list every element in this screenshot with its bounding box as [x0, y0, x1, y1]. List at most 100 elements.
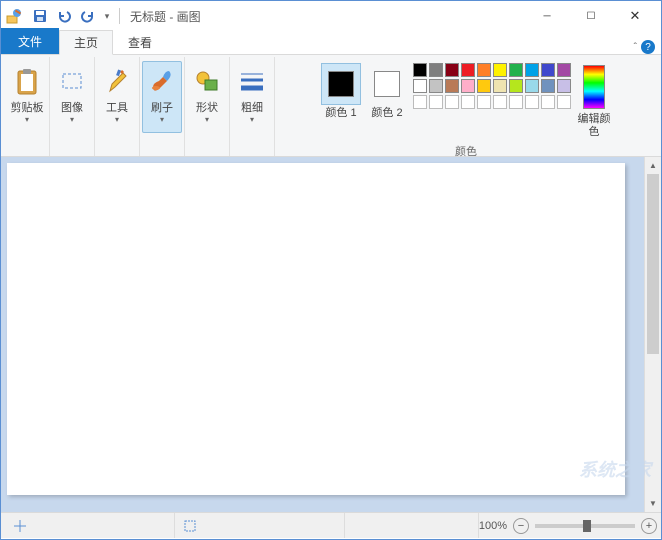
edit-colors-button[interactable]: 编辑颜色: [575, 61, 613, 141]
palette-color[interactable]: [429, 79, 443, 93]
palette-color[interactable]: [493, 63, 507, 77]
palette-color[interactable]: [525, 95, 539, 109]
palette-color[interactable]: [461, 63, 475, 77]
palette-color[interactable]: [445, 63, 459, 77]
status-bar: 100% − +: [1, 512, 661, 538]
window-controls: ─ ☐ ✕: [525, 2, 657, 30]
quick-access-toolbar: ▾: [5, 5, 124, 27]
group-colors: 颜色 1 颜色 2 编辑颜色 颜色: [275, 57, 657, 156]
group-size: 粗细 ▾: [230, 57, 275, 156]
palette-color[interactable]: [509, 79, 523, 93]
cursor-pos-icon: [13, 519, 27, 533]
brush-icon: [146, 66, 178, 98]
pencil-icon: [101, 66, 133, 98]
app-icon: [5, 7, 23, 25]
color1-swatch: [328, 71, 354, 97]
collapse-ribbon-icon[interactable]: ˆ: [634, 42, 637, 53]
help-icon[interactable]: ?: [641, 40, 655, 54]
palette-color[interactable]: [413, 79, 427, 93]
palette-color[interactable]: [477, 95, 491, 109]
zoom-value: 100%: [479, 520, 507, 532]
ribbon: 剪贴板 ▾ 图像 ▾ 工具 ▾: [1, 55, 661, 157]
palette-color[interactable]: [509, 95, 523, 109]
palette-color[interactable]: [445, 95, 459, 109]
close-button[interactable]: ✕: [613, 2, 657, 30]
ribbon-tabstrip: 文件 主页 查看 ˆ ?: [1, 31, 661, 55]
palette-color[interactable]: [509, 63, 523, 77]
chevron-down-icon: ▾: [160, 115, 164, 124]
palette-color[interactable]: [445, 79, 459, 93]
palette-color[interactable]: [477, 63, 491, 77]
group-brushes: 刷子 ▾: [140, 57, 185, 156]
color2-swatch: [374, 71, 400, 97]
brushes-button[interactable]: 刷子 ▾: [142, 61, 182, 133]
palette-color[interactable]: [493, 79, 507, 93]
palette-color[interactable]: [525, 63, 539, 77]
group-shapes: 形状 ▾: [185, 57, 230, 156]
chevron-down-icon: ▾: [25, 115, 29, 124]
palette-color[interactable]: [541, 79, 555, 93]
status-canvas-size: [345, 513, 479, 538]
color1-button[interactable]: 颜色 1: [319, 61, 363, 122]
title-bar: ▾ 无标题 - 画图 ─ ☐ ✕: [1, 1, 661, 31]
color-palette: [411, 61, 573, 111]
palette-color[interactable]: [461, 79, 475, 93]
shapes-icon: [191, 66, 223, 98]
tab-file[interactable]: 文件: [1, 28, 59, 54]
color2-button[interactable]: 颜色 2: [365, 61, 409, 122]
selection-size-icon: [183, 519, 197, 533]
palette-color[interactable]: [413, 95, 427, 109]
palette-color[interactable]: [461, 95, 475, 109]
workspace: ▲ ▼ 系统之家: [1, 157, 661, 512]
scroll-thumb[interactable]: [647, 174, 659, 354]
undo-button[interactable]: [53, 5, 75, 27]
status-position: [5, 513, 175, 538]
zoom-controls: 100% − +: [479, 518, 657, 534]
separator: [119, 8, 120, 24]
select-icon: [56, 66, 88, 98]
maximize-button[interactable]: ☐: [569, 2, 613, 30]
canvas[interactable]: [7, 163, 625, 495]
palette-color[interactable]: [413, 63, 427, 77]
zoom-slider[interactable]: [535, 524, 635, 528]
status-selection: [175, 513, 345, 538]
vertical-scrollbar[interactable]: ▲ ▼: [644, 157, 661, 512]
group-image: 图像 ▾: [50, 57, 95, 156]
window-title: 无标题 - 画图: [130, 8, 201, 25]
size-button[interactable]: 粗细 ▾: [232, 61, 272, 133]
zoom-in-button[interactable]: +: [641, 518, 657, 534]
palette-color[interactable]: [525, 79, 539, 93]
tab-view[interactable]: 查看: [113, 30, 167, 54]
chevron-down-icon: ▾: [205, 115, 209, 124]
palette-color[interactable]: [493, 95, 507, 109]
redo-button[interactable]: [77, 5, 99, 27]
minimize-button[interactable]: ─: [525, 2, 569, 30]
group-tools: 工具 ▾: [95, 57, 140, 156]
select-button[interactable]: 图像 ▾: [52, 61, 92, 133]
palette-color[interactable]: [557, 95, 571, 109]
palette-color[interactable]: [557, 79, 571, 93]
palette-color[interactable]: [429, 63, 443, 77]
clipboard-icon: [11, 66, 43, 98]
rainbow-icon: [583, 65, 605, 109]
size-icon: [236, 66, 268, 98]
palette-color[interactable]: [557, 63, 571, 77]
zoom-out-button[interactable]: −: [513, 518, 529, 534]
qat-customize[interactable]: ▾: [101, 5, 113, 27]
chevron-down-icon: ▾: [70, 115, 74, 124]
shapes-button[interactable]: 形状 ▾: [187, 61, 227, 133]
palette-color[interactable]: [477, 79, 491, 93]
paste-button[interactable]: 剪贴板 ▾: [7, 61, 47, 133]
group-clipboard: 剪贴板 ▾: [5, 57, 50, 156]
chevron-down-icon: ▾: [250, 115, 254, 124]
zoom-slider-thumb[interactable]: [583, 520, 591, 532]
palette-color[interactable]: [541, 95, 555, 109]
save-button[interactable]: [29, 5, 51, 27]
chevron-down-icon: ▾: [115, 115, 119, 124]
scroll-up-icon[interactable]: ▲: [645, 157, 661, 174]
scroll-down-icon[interactable]: ▼: [645, 495, 661, 512]
tab-home[interactable]: 主页: [59, 30, 113, 55]
palette-color[interactable]: [429, 95, 443, 109]
tools-button[interactable]: 工具 ▾: [97, 61, 137, 133]
palette-color[interactable]: [541, 63, 555, 77]
